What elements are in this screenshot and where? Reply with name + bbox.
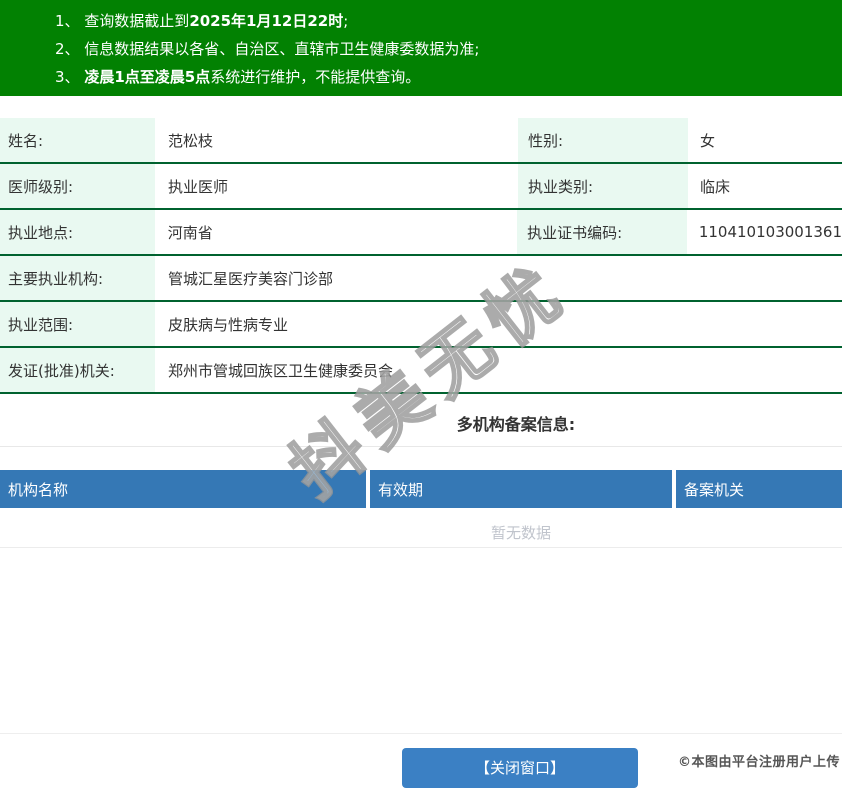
doctor-level-label: 医师级别: bbox=[0, 164, 155, 208]
notice-2-pre: 2、 信息数据结果以各省、自治区、直辖市卫生健康委数据为准; bbox=[55, 40, 480, 58]
divider bbox=[0, 446, 842, 447]
practice-category-label: 执业类别: bbox=[518, 164, 688, 208]
issuing-authority-value: 郑州市管城回族区卫生健康委员会 bbox=[168, 361, 394, 380]
practice-scope-label: 执业范围: bbox=[0, 302, 155, 346]
column-header-filing-authority: 备案机关 bbox=[676, 470, 842, 508]
column-header-institution-name: 机构名称 bbox=[0, 470, 366, 508]
gender-label: 性别: bbox=[518, 118, 688, 162]
notice-1-suffix: ; bbox=[343, 12, 349, 30]
practice-location-value: 河南省 bbox=[167, 223, 213, 242]
main-institution-value: 管城汇星医疗美容门诊部 bbox=[168, 269, 334, 288]
table-row: 执业范围: 皮肤病与性病专业 bbox=[0, 302, 842, 348]
table-row: 姓名: 范松枝 性别: 女 bbox=[0, 118, 842, 164]
notice-3-suffix: 系统进行维护，不能提供查询。 bbox=[210, 68, 421, 86]
practice-location-label: 执业地点: bbox=[0, 210, 155, 254]
gender-value: 女 bbox=[700, 131, 716, 150]
table-row: 医师级别: 执业医师 执业类别: 临床 bbox=[0, 164, 842, 210]
notice-1-bold: 2025年1月12日22时 bbox=[189, 12, 344, 30]
practitioner-info-table: 姓名: 范松枝 性别: 女 医师级别: 执业医师 执业类别: 临床 执业地点: … bbox=[0, 118, 842, 394]
table-row: 执业地点: 河南省 执业证书编码: 110410103001361 bbox=[0, 210, 842, 256]
upload-attribution-watermark: ©本图由平台注册用户上传 bbox=[677, 755, 840, 770]
filing-table-header: 机构名称 有效期 备案机关 bbox=[0, 470, 842, 508]
certificate-number-value: 110410103001361 bbox=[698, 223, 842, 241]
practice-category-value: 临床 bbox=[700, 177, 731, 196]
notice-1-pre: 1、 查询数据截止到 bbox=[55, 12, 190, 30]
practice-scope-value: 皮肤病与性病专业 bbox=[168, 315, 289, 334]
certificate-number-label: 执业证书编码: bbox=[517, 210, 687, 254]
notice-line-3: 3、 凌晨1点至凌晨5点系统进行维护，不能提供查询。 bbox=[0, 63, 842, 91]
table-row: 发证(批准)机关: 郑州市管城回族区卫生健康委员会 bbox=[0, 348, 842, 394]
table-row: 主要执业机构: 管城汇星医疗美容门诊部 bbox=[0, 256, 842, 302]
close-window-button[interactable]: 【关闭窗口】 bbox=[402, 748, 638, 788]
notice-3-bold: 凌晨1点至凌晨5点 bbox=[84, 68, 211, 86]
divider bbox=[0, 547, 842, 548]
main-institution-label: 主要执业机构: bbox=[0, 256, 155, 300]
notice-line-1: 1、 查询数据截止到2025年1月12日22时; bbox=[0, 7, 842, 35]
name-label: 姓名: bbox=[0, 118, 155, 162]
doctor-level-value: 执业医师 bbox=[168, 177, 229, 196]
notice-banner: 1、 查询数据截止到2025年1月12日22时; 2、 信息数据结果以各省、自治… bbox=[0, 0, 842, 96]
empty-data-placeholder: 暂无数据 bbox=[490, 524, 552, 542]
issuing-authority-label: 发证(批准)机关: bbox=[0, 348, 155, 392]
notice-3-pre: 3、 bbox=[55, 68, 85, 86]
footer-divider bbox=[0, 733, 842, 734]
notice-line-2: 2、 信息数据结果以各省、自治区、直辖市卫生健康委数据为准; bbox=[0, 35, 842, 63]
name-value: 范松枝 bbox=[168, 131, 214, 150]
multi-institution-section-title: 多机构备案信息: bbox=[456, 415, 576, 434]
column-header-validity-period: 有效期 bbox=[370, 470, 672, 508]
